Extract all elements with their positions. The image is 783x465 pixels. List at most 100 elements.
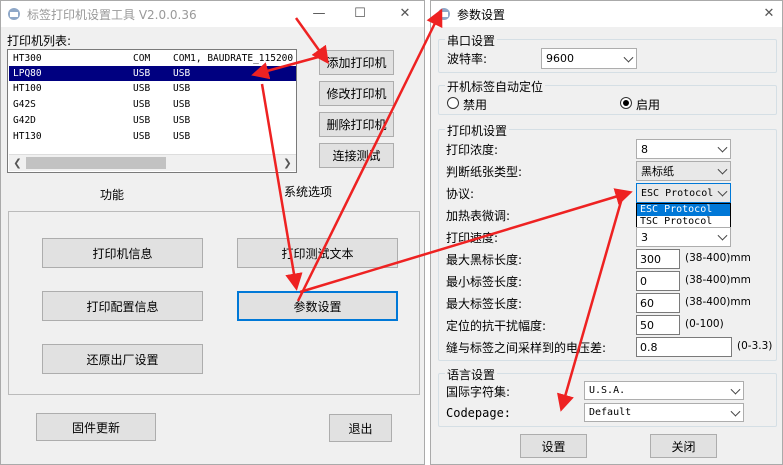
printer-port: USB [133,68,151,79]
max-label-length-input[interactable]: 60 [636,293,680,313]
printer-name: LPQ80 [13,68,42,79]
printer-list-label: 打印机列表: [7,34,72,48]
paper-type-value: 黑标纸 [641,165,674,178]
printer-detail: USB [173,68,191,79]
protocol-select[interactable]: ESC Protocol [636,183,731,203]
printer-name: HT300 [13,53,42,64]
chevron-down-icon [717,186,728,197]
printer-detail: USB [173,115,191,126]
codepage-label: Codepage: [446,406,512,420]
close-dialog-button[interactable]: 关闭 [650,434,717,458]
paper-type-select[interactable]: 黑标纸 [636,161,731,181]
printer-row[interactable]: G42D USB USB [9,113,296,128]
printer-row[interactable]: G42S USB USB [9,97,296,112]
min-label-length-hint: (38-400)mm [685,274,751,286]
printer-port: USB [133,115,151,126]
disable-radio-label: 禁用 [463,98,488,112]
min-label-length-input[interactable]: 0 [636,271,680,291]
enable-radio-label: 启用 [636,98,661,112]
system-options-label: 系统选项 [284,185,333,199]
protocol-label: 协议: [446,187,475,201]
chevron-down-icon [717,164,728,175]
printer-port: USB [133,99,151,110]
chevron-down-icon [730,384,741,395]
max-black-mark-input[interactable]: 300 [636,249,680,269]
printer-port: USB [133,131,151,142]
parameter-settings-button[interactable]: 参数设置 [237,291,398,321]
printer-port: USB [133,83,151,94]
connection-test-button[interactable]: 连接测试 [319,143,394,168]
params-close-button[interactable]: ✕ [751,4,783,24]
baud-rate-select[interactable]: 9600 [541,48,637,69]
printer-row[interactable]: HT300 COM COM1, BAUDRATE_115200 [9,51,296,66]
protocol-dropdown: ESC Protocol TSC Protocol [636,203,731,229]
disable-radio[interactable] [447,97,459,109]
charset-value: U.S.A. [589,385,626,396]
firmware-update-button[interactable]: 固件更新 [36,413,156,441]
auto-position-group: 开机标签自动定位 禁用 启用 [438,78,777,115]
minimize-button[interactable]: — [301,4,337,24]
scrollbar-thumb[interactable] [26,157,166,169]
printer-name: HT100 [13,83,42,94]
charset-label: 国际字符集: [446,385,511,399]
parameter-settings-window: 参数设置 ✕ 串口设置 波特率: 9600 开机标签自动定位 禁用 启用 打印机… [430,0,783,465]
scroll-right-icon[interactable]: ❯ [279,155,296,172]
min-label-length-label: 最小标签长度: [446,275,523,289]
anti-interference-input[interactable]: 50 [636,315,680,335]
serial-settings-group: 串口设置 波特率: 9600 [438,32,777,73]
main-title-bar: 标签打印机设置工具 V2.0.0.36 — ☐ ✕ [1,1,424,27]
max-label-length-label: 最大标签长度: [446,297,523,311]
printer-settings-group-title: 打印机设置 [445,122,510,139]
delete-printer-button[interactable]: 删除打印机 [319,112,394,137]
anti-interference-label: 定位的抗干扰幅度: [446,319,547,333]
edit-printer-button[interactable]: 修改打印机 [319,81,394,106]
printer-info-button[interactable]: 打印机信息 [42,238,203,268]
chevron-down-icon [717,142,728,153]
function-panel: 打印机信息 打印测试文本 打印配置信息 参数设置 还原出厂设置 [8,211,420,395]
printer-row[interactable]: HT130 USB USB [9,129,296,144]
density-select[interactable]: 8 [636,139,731,159]
baud-rate-value: 9600 [546,52,574,65]
voltage-diff-label: 缝与标签之间采样到的电压差: [446,341,607,355]
charset-select[interactable]: U.S.A. [584,381,744,400]
apply-settings-button[interactable]: 设置 [520,434,587,458]
voltage-diff-input[interactable]: 0.8 [636,337,732,357]
codepage-select[interactable]: Default [584,403,744,422]
exit-button[interactable]: 退出 [329,414,392,442]
scroll-left-icon[interactable]: ❮ [9,155,26,172]
heat-adjust-label: 加热表微调: [446,209,511,223]
horizontal-scrollbar[interactable]: ❮ ❯ [9,154,296,171]
printer-app-icon [8,8,20,20]
printer-app-icon [438,8,450,20]
print-test-text-button[interactable]: 打印测试文本 [237,238,398,268]
paper-type-label: 判断纸张类型: [446,165,523,179]
print-speed-select[interactable]: 3 [636,227,731,247]
protocol-option[interactable]: ESC Protocol [637,204,730,216]
main-window: 标签打印机设置工具 V2.0.0.36 — ☐ ✕ 打印机列表: HT300 CO… [0,0,425,465]
chevron-down-icon [717,230,728,241]
enable-radio[interactable] [620,97,632,109]
print-speed-label: 打印速度: [446,231,499,245]
function-section-label: 功能 [100,188,125,202]
print-config-info-button[interactable]: 打印配置信息 [42,291,203,321]
add-printer-button[interactable]: 添加打印机 [319,50,394,75]
printer-name: HT130 [13,131,42,142]
density-label: 打印浓度: [446,143,499,157]
maximize-button[interactable]: ☐ [342,4,378,24]
chevron-down-icon [623,52,634,63]
anti-interference-hint: (0-100) [685,318,724,330]
printer-row[interactable]: HT100 USB USB [9,81,296,96]
baud-rate-label: 波特率: [447,52,488,66]
main-window-title: 标签打印机设置工具 V2.0.0.36 [27,8,197,22]
printer-list[interactable]: HT300 COM COM1, BAUDRATE_115200 LPQ80 USB US… [7,49,297,173]
params-title-bar: 参数设置 ✕ [431,1,782,27]
printer-name: G42D [13,115,36,126]
params-window-title: 参数设置 [457,8,506,22]
max-black-mark-label: 最大黑标长度: [446,253,523,267]
chevron-down-icon [730,406,741,417]
printer-row-selected[interactable]: LPQ80 USB USB [9,66,296,81]
factory-reset-button[interactable]: 还原出厂设置 [42,344,203,374]
protocol-value: ESC Protocol [641,187,714,199]
voltage-diff-hint: (0-3.3) [737,340,773,352]
close-button[interactable]: ✕ [387,4,423,24]
